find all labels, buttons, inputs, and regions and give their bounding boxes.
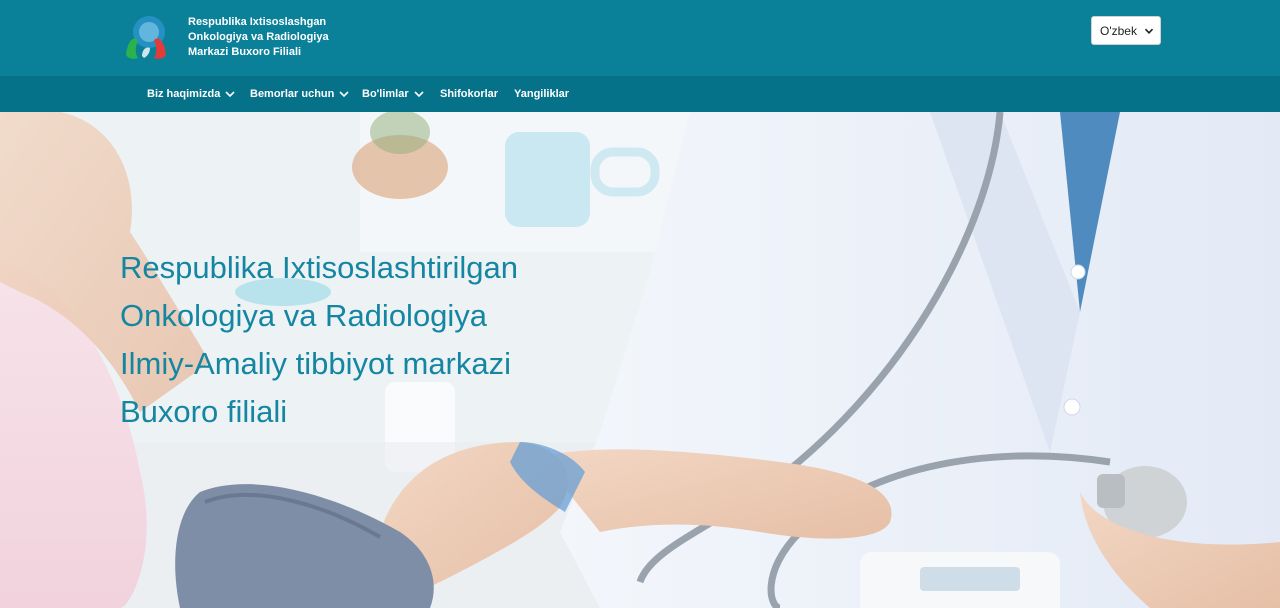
- brand-line: Markazi Buxoro Filiali: [188, 46, 302, 58]
- language-select[interactable]: O'zbek: [1091, 16, 1161, 45]
- chevron-down-icon: [225, 91, 235, 98]
- hero-title-line: Onkologiya va Radiologiya: [120, 298, 488, 333]
- brand-line: Onkologiya va Radiologiya: [188, 31, 329, 43]
- nav-item-label: Bemorlar uchun: [250, 88, 335, 100]
- chevron-down-icon: [339, 91, 349, 98]
- brand-name[interactable]: Respublika Ixtisoslashgan Onkologiya va …: [188, 15, 388, 60]
- nav-item-shifokorlar[interactable]: Shifokorlar: [440, 76, 498, 112]
- site-header: Respublika Ixtisoslashgan Onkologiya va …: [0, 0, 1280, 76]
- nav-item-biz-haqimizda[interactable]: Biz haqimizda: [147, 76, 235, 112]
- hero-title-line: Buxoro filiali: [120, 394, 288, 429]
- hero-banner: Respublika Ixtisoslashtirilgan Onkologiy…: [0, 112, 1280, 608]
- chevron-down-icon: [1144, 28, 1154, 34]
- nav-item-bolimlar[interactable]: Bo'limlar: [362, 76, 424, 112]
- hero-title-line: Respublika Ixtisoslashtirilgan: [120, 250, 519, 285]
- chevron-down-icon: [414, 91, 424, 98]
- hero-title-line: Ilmiy-Amaliy tibbiyot markazi: [120, 346, 512, 381]
- nav-item-label: Bo'limlar: [362, 88, 409, 100]
- brand-line: Respublika Ixtisoslashgan: [188, 16, 327, 28]
- nav-item-label: Shifokorlar: [440, 88, 499, 100]
- logo-icon[interactable]: [120, 10, 172, 62]
- language-selected-value: O'zbek: [1100, 23, 1137, 38]
- nav-item-label: Biz haqimizda: [147, 88, 221, 100]
- main-nav: Biz haqimizda Bemorlar uchun Bo'limlar S…: [0, 76, 1280, 112]
- nav-item-bemorlar-uchun[interactable]: Bemorlar uchun: [250, 76, 349, 112]
- nav-item-yangiliklar[interactable]: Yangiliklar: [514, 76, 569, 112]
- hero-title: Respublika Ixtisoslashtirilgan Onkologiy…: [120, 244, 580, 436]
- nav-item-label: Yangiliklar: [514, 88, 570, 100]
